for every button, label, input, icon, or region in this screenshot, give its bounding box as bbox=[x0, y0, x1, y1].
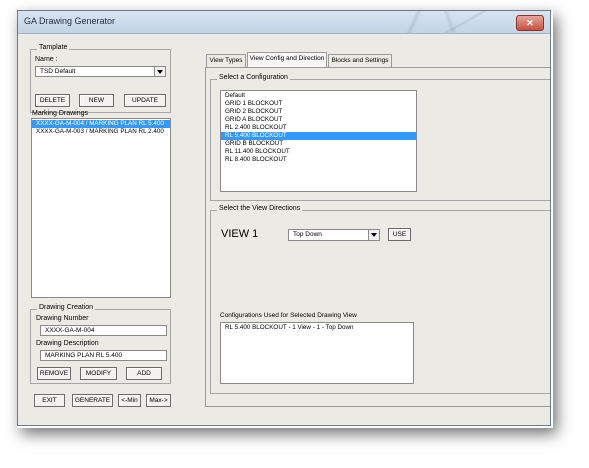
generate-button[interactable]: GENERATE bbox=[72, 394, 113, 407]
new-button[interactable]: NEW bbox=[79, 94, 114, 107]
view-label: VIEW 1 bbox=[221, 228, 259, 240]
marking-drawings-label: Marking Drawings bbox=[32, 110, 89, 117]
list-item[interactable]: RL 2.400 BLOCKOUT bbox=[221, 124, 416, 132]
min-button[interactable]: <-Min bbox=[118, 394, 141, 407]
max-button[interactable]: Max-> bbox=[146, 394, 171, 407]
list-item[interactable]: RL 5.400 BLOCKOUT - 1 View - 1 - Top Dow… bbox=[221, 324, 413, 332]
view-direction-select[interactable]: Top Down bbox=[288, 229, 380, 241]
name-label: Name : bbox=[35, 56, 58, 63]
view-directions-group: Select the View Directions VIEW 1 Top Do… bbox=[210, 205, 550, 394]
drawing-creation-group: Drawing Creation Drawing Number XXXX-GA-… bbox=[30, 304, 171, 384]
list-item[interactable]: GRID 2 BLOCKOUT bbox=[221, 108, 416, 116]
tab-blocks-settings[interactable]: Blocks and Settings bbox=[328, 54, 392, 67]
drawing-description-label: Drawing Description bbox=[36, 340, 99, 347]
update-button[interactable]: UPDATE bbox=[124, 94, 166, 107]
use-button[interactable]: USE bbox=[388, 228, 411, 241]
add-button[interactable]: ADD bbox=[126, 367, 162, 380]
template-group-title: Tamplate bbox=[37, 44, 70, 51]
list-item[interactable]: GRID 1 BLOCKOUT bbox=[221, 100, 416, 108]
template-group: Tamplate Name : TSD Default DELETE NEW U… bbox=[30, 44, 171, 113]
exit-button[interactable]: EXIT bbox=[34, 394, 65, 407]
title-bar[interactable]: GA Drawing Generator ✕ bbox=[18, 11, 550, 34]
list-item[interactable]: XXXX-GA-M-003 / MARKING PLAN RL 2.400 bbox=[32, 128, 170, 136]
list-item[interactable]: GRID B BLOCKOUT bbox=[221, 140, 416, 148]
close-icon: ✕ bbox=[526, 18, 534, 28]
tab-view-types[interactable]: View Types bbox=[206, 54, 246, 67]
list-item[interactable]: GRID A BLOCKOUT bbox=[221, 116, 416, 124]
chevron-down-icon[interactable] bbox=[368, 230, 379, 240]
tab-view-config[interactable]: View Config and Direction bbox=[247, 52, 327, 68]
tab-panel: Select a Configuration Default GRID 1 BLO… bbox=[205, 67, 550, 407]
configuration-list[interactable]: Default GRID 1 BLOCKOUT GRID 2 BLOCKOUT GRI… bbox=[220, 90, 417, 192]
list-item[interactable]: RL 8.400 BLOCKOUT bbox=[221, 156, 416, 164]
select-configuration-title: Select a Configuration bbox=[217, 74, 290, 81]
marking-drawings-list[interactable]: XXXX-GA-M-004 / MARKING PLAN RL 5.400 XXX… bbox=[31, 118, 171, 298]
list-item[interactable]: XXXX-GA-M-004 / MARKING PLAN RL 5.400 bbox=[32, 120, 170, 128]
close-button[interactable]: ✕ bbox=[516, 15, 544, 31]
list-item[interactable]: Default bbox=[221, 92, 416, 100]
configurations-used-label: Configurations Used for Selected Drawing… bbox=[220, 312, 357, 319]
remove-button[interactable]: REMOVE bbox=[37, 367, 71, 380]
view-directions-title: Select the View Directions bbox=[217, 205, 303, 212]
list-item[interactable]: RL 11.400 BLOCKOUT bbox=[221, 148, 416, 156]
list-item[interactable]: RL 5.400 BLOCKOUT bbox=[221, 132, 416, 140]
modify-button[interactable]: MODIFY bbox=[80, 367, 117, 380]
template-name-value: TSD Default bbox=[40, 68, 76, 75]
drawing-description-field[interactable]: MARKING PLAN RL 5.400 bbox=[40, 350, 167, 361]
view-direction-value: Top Down bbox=[293, 231, 322, 238]
drawing-number-label: Drawing Number bbox=[36, 315, 89, 322]
drawing-number-field[interactable]: XXXX-GA-M-004 bbox=[40, 325, 167, 336]
drawing-creation-title: Drawing Creation bbox=[37, 304, 96, 311]
delete-button[interactable]: DELETE bbox=[35, 94, 70, 107]
configurations-used-list[interactable]: RL 5.400 BLOCKOUT - 1 View - 1 - Top Dow… bbox=[220, 322, 414, 384]
template-name-select[interactable]: TSD Default bbox=[35, 66, 166, 77]
window-title: GA Drawing Generator bbox=[24, 16, 116, 26]
main-window: GA Drawing Generator ✕ Tamplate Name : T… bbox=[17, 10, 551, 426]
chevron-down-icon[interactable] bbox=[154, 67, 165, 76]
select-configuration-group: Select a Configuration Default GRID 1 BLO… bbox=[210, 74, 550, 201]
